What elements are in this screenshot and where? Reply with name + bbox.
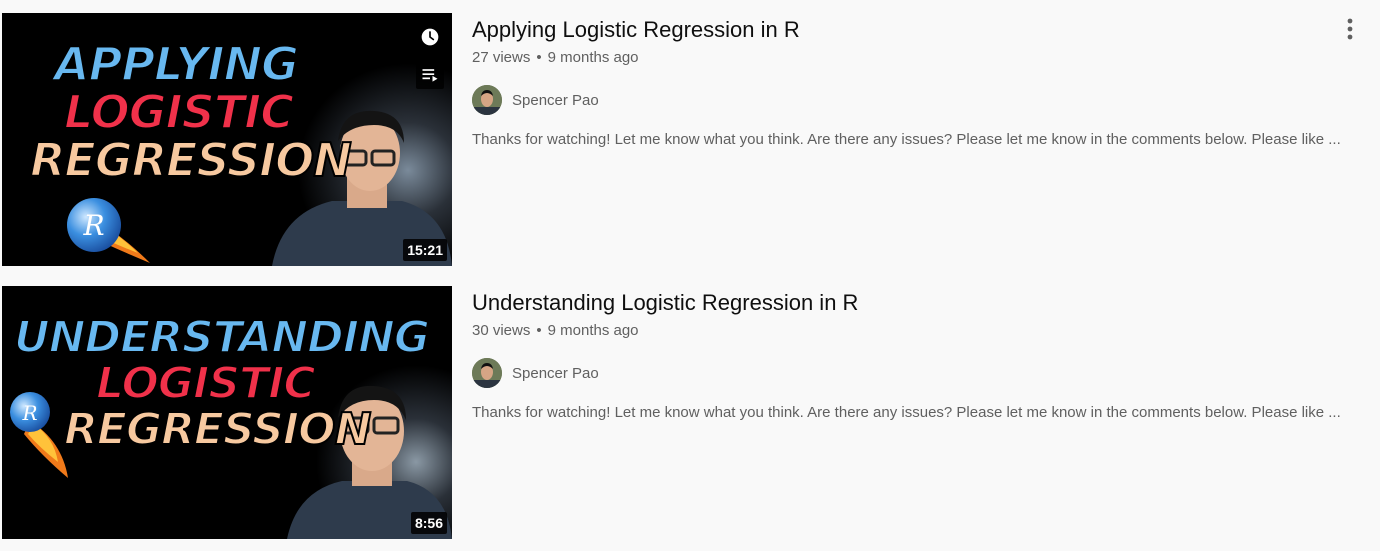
video-result-2[interactable]: R UNDERSTANDING LOGISTIC REGRESSION 8:56… [0,286,1380,540]
video-title[interactable]: Understanding Logistic Regression in R [472,288,1332,318]
meta-separator: • [536,49,542,66]
channel-link[interactable]: Spencer Pao [472,85,1332,115]
thumbnail-word-3: REGRESSION [29,133,353,187]
video-duration: 8:56 [410,512,447,534]
video-title[interactable]: Applying Logistic Regression in R [472,15,1332,45]
search-results: R APPLYING LOGISTIC REGRESSION 15:21 App… [0,0,1380,551]
video-info: Understanding Logistic Regression in R 3… [472,286,1341,424]
video-metadata: 30 views • 9 months ago [472,321,1332,341]
add-to-queue-button[interactable] [416,61,444,89]
video-description: Thanks for watching! Let me know what yo… [472,404,1341,421]
video-result-1[interactable]: R APPLYING LOGISTIC REGRESSION 15:21 App… [0,13,1380,267]
thumbnail-word-3: REGRESSION [63,404,372,455]
queue-icon [422,69,438,82]
more-actions-button[interactable] [1338,15,1362,43]
view-count: 30 views [472,322,531,339]
thumbnail-word-2: LOGISTIC [95,358,317,409]
thumbnail-word-1: APPLYING [53,37,300,91]
video-thumbnail[interactable]: R APPLYING LOGISTIC REGRESSION 15:21 [2,13,452,266]
svg-text:R: R [21,401,37,425]
channel-avatar[interactable] [472,358,502,388]
thumbnail-word-2: LOGISTIC [63,85,295,139]
avatar-image [472,85,502,115]
more-vertical-icon [1347,18,1353,40]
video-description: Thanks for watching! Let me know what yo… [472,131,1341,148]
upload-age: 9 months ago [547,322,639,339]
video-duration: 15:21 [403,239,447,261]
channel-name[interactable]: Spencer Pao [512,365,599,382]
watch-later-button[interactable] [416,23,444,51]
video-info: Applying Logistic Regression in R 27 vie… [472,13,1341,151]
channel-avatar[interactable] [472,85,502,115]
video-thumbnail[interactable]: R UNDERSTANDING LOGISTIC REGRESSION 8:56 [2,286,452,539]
thumbnail-word-1: UNDERSTANDING [13,312,431,363]
video-metadata: 27 views • 9 months ago [472,48,1332,68]
channel-name[interactable]: Spencer Pao [512,92,599,109]
clock-icon [421,28,439,46]
svg-text:R: R [82,209,104,242]
upload-age: 9 months ago [547,49,639,66]
avatar-image [472,358,502,388]
view-count: 27 views [472,49,531,66]
channel-link[interactable]: Spencer Pao [472,358,1332,388]
meta-separator: • [536,322,542,339]
